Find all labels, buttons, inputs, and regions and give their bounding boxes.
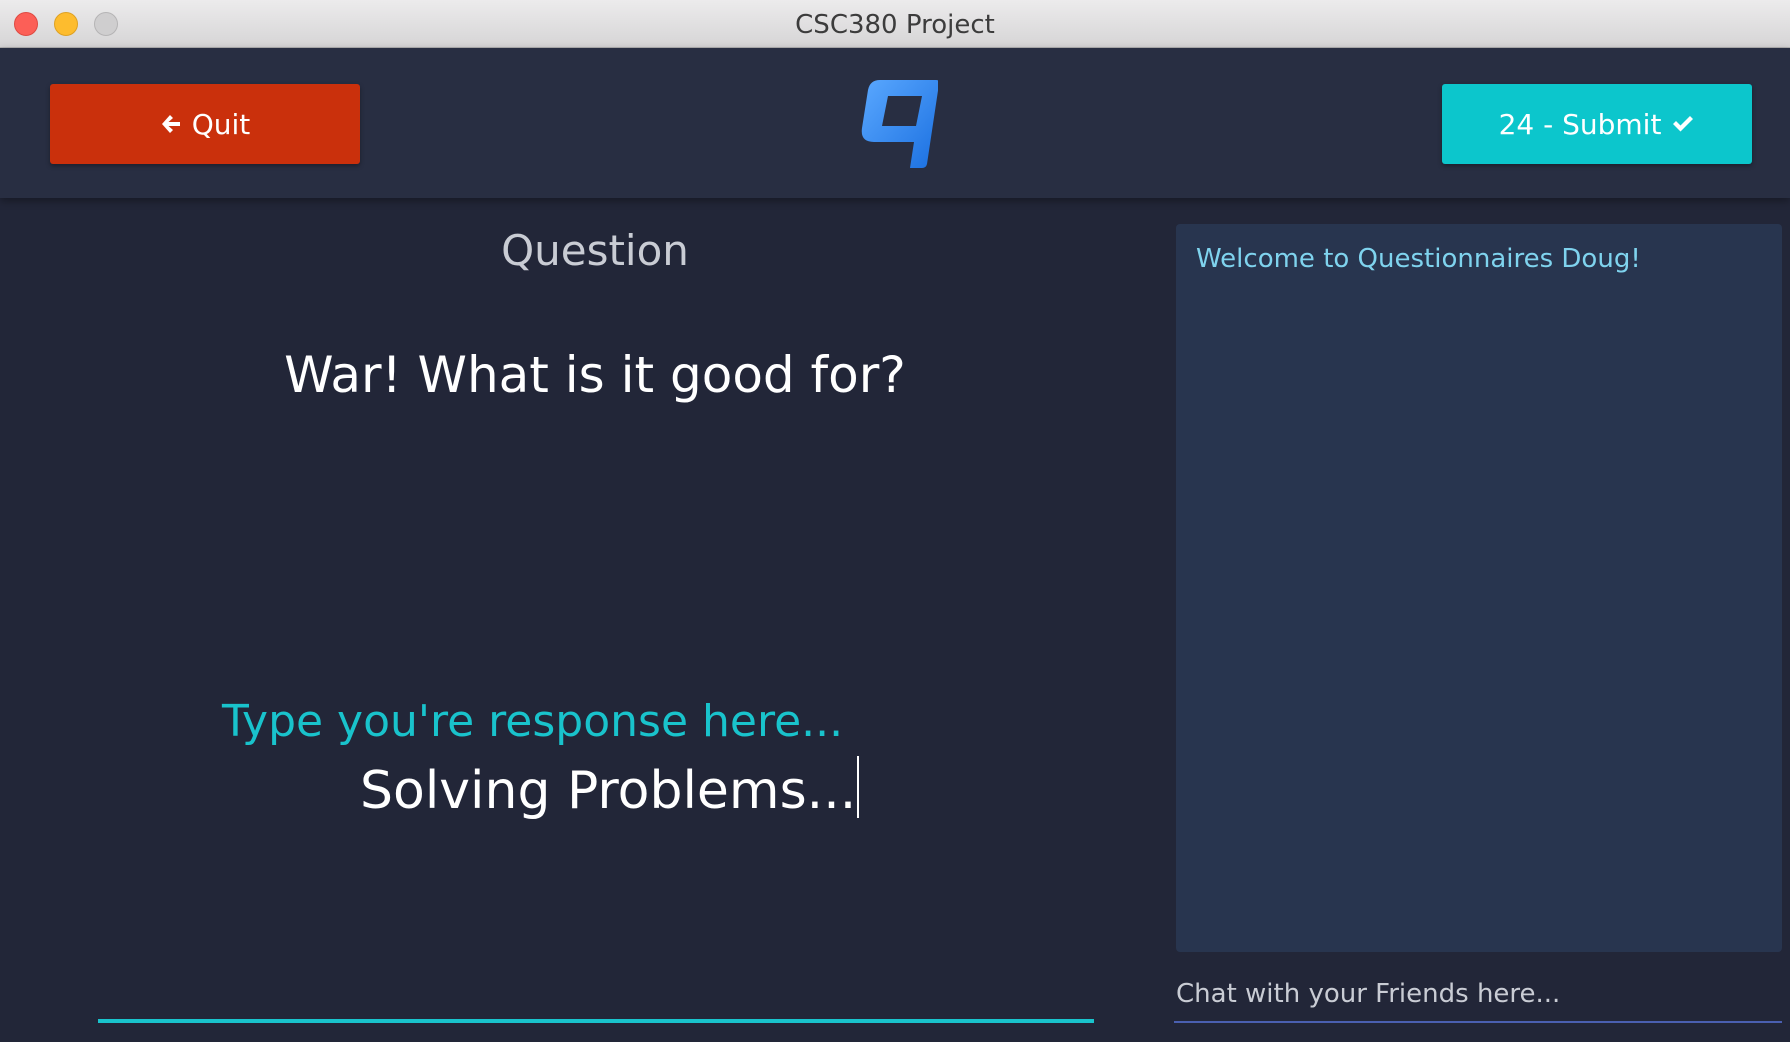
response-underline [98,1019,1094,1023]
window-titlebar: CSC380 Project [0,0,1790,48]
app-logo [858,76,940,168]
quit-button[interactable]: Quit [50,84,360,164]
submit-button[interactable]: 24 - Submit [1442,84,1752,164]
quit-label: Quit [191,107,251,141]
chat-message: Welcome to Questionnaires Doug! [1196,244,1641,274]
app-header: Quit 24 - Submit [0,48,1790,198]
window-title: CSC380 Project [795,10,995,40]
arrow-left-icon [160,113,182,135]
chat-panel[interactable]: Welcome to Questionnaires Doug! [1176,224,1782,952]
text-caret [857,756,860,818]
question-text: War! What is it good for? [284,346,906,404]
chat-input[interactable]: Chat with your Friends here... [1176,972,1782,1016]
chat-input-underline [1174,1021,1782,1023]
response-value: Solving Problems... [360,761,857,821]
response-placeholder: Type you're response here... [222,696,844,747]
question-label: Question [501,226,689,275]
check-icon [1671,114,1695,134]
response-input[interactable]: Solving Problems... [360,756,860,821]
submit-label: 24 - Submit [1498,107,1662,141]
